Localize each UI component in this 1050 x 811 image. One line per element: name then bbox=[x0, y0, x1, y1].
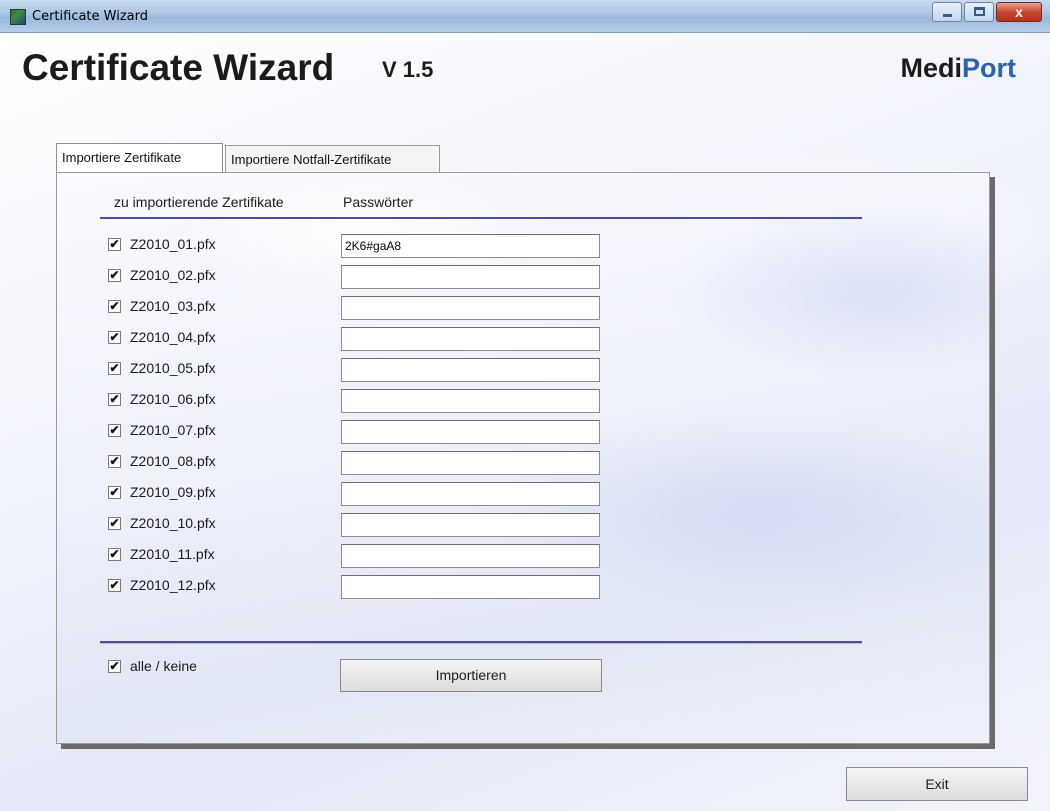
brand-part-medi: Medi bbox=[900, 53, 962, 83]
password-field[interactable] bbox=[341, 451, 600, 475]
exit-button[interactable]: Exit bbox=[846, 767, 1028, 801]
app-title: Certificate Wizard bbox=[22, 47, 335, 88]
password-field[interactable] bbox=[341, 389, 600, 413]
app-icon bbox=[10, 9, 26, 25]
certificate-filename: Z2010_04.pfx bbox=[130, 329, 216, 345]
certificate-checkbox[interactable]: ✔ bbox=[108, 331, 121, 344]
password-field[interactable] bbox=[341, 358, 600, 382]
certificate-checkbox[interactable]: ✔ bbox=[108, 300, 121, 313]
check-icon: ✔ bbox=[109, 659, 120, 673]
certificate-checkbox[interactable]: ✔ bbox=[108, 238, 121, 251]
tab-import-certificates[interactable]: Importiere Zertifikate bbox=[56, 143, 223, 173]
title-bar[interactable]: Certificate Wizard x bbox=[0, 0, 1050, 33]
select-all-checkbox[interactable]: ✔ bbox=[108, 660, 121, 673]
certificate-checkbox[interactable]: ✔ bbox=[108, 424, 121, 437]
version-label: V 1.5 bbox=[382, 57, 434, 82]
check-icon: ✔ bbox=[109, 237, 120, 251]
import-button[interactable]: Importieren bbox=[340, 659, 602, 692]
check-icon: ✔ bbox=[109, 547, 120, 561]
password-field[interactable] bbox=[341, 327, 600, 351]
check-icon: ✔ bbox=[109, 361, 120, 375]
password-field[interactable] bbox=[341, 296, 600, 320]
certificate-checkbox[interactable]: ✔ bbox=[108, 362, 121, 375]
check-icon: ✔ bbox=[109, 485, 120, 499]
check-icon: ✔ bbox=[109, 268, 120, 282]
window-controls: x bbox=[930, 2, 1042, 22]
certificate-filename: Z2010_07.pfx bbox=[130, 422, 216, 438]
certificate-filename: Z2010_02.pfx bbox=[130, 267, 216, 283]
tab-import-emergency-certificates[interactable]: Importiere Notfall-Zertifikate bbox=[225, 145, 440, 173]
brand-logo: MediPort bbox=[900, 53, 1016, 84]
check-icon: ✔ bbox=[109, 423, 120, 437]
certificate-checkbox[interactable]: ✔ bbox=[108, 517, 121, 530]
close-icon: x bbox=[1015, 4, 1023, 20]
password-field[interactable] bbox=[341, 575, 600, 599]
check-icon: ✔ bbox=[109, 516, 120, 530]
certificate-checkbox[interactable]: ✔ bbox=[108, 455, 121, 468]
certificate-filename: Z2010_06.pfx bbox=[130, 391, 216, 407]
check-icon: ✔ bbox=[109, 454, 120, 468]
client-area: Certificate Wizard V 1.5 MediPort Import… bbox=[0, 33, 1050, 811]
minimize-icon bbox=[943, 14, 952, 17]
maximize-icon bbox=[974, 7, 985, 16]
certificate-filename: Z2010_08.pfx bbox=[130, 453, 216, 469]
maximize-button[interactable] bbox=[964, 2, 994, 22]
password-field[interactable] bbox=[341, 482, 600, 506]
password-field[interactable] bbox=[341, 265, 600, 289]
header-divider bbox=[100, 217, 862, 219]
certificate-filename: Z2010_10.pfx bbox=[130, 515, 216, 531]
password-field[interactable] bbox=[341, 544, 600, 568]
certificate-checkbox[interactable]: ✔ bbox=[108, 548, 121, 561]
certificate-filename: Z2010_01.pfx bbox=[130, 236, 216, 252]
close-button[interactable]: x bbox=[996, 2, 1042, 22]
check-icon: ✔ bbox=[109, 578, 120, 592]
check-icon: ✔ bbox=[109, 392, 120, 406]
certificate-filename: Z2010_09.pfx bbox=[130, 484, 216, 500]
password-field[interactable] bbox=[341, 420, 600, 444]
certificate-filename: Z2010_03.pfx bbox=[130, 298, 216, 314]
window-title: Certificate Wizard bbox=[32, 9, 148, 24]
select-all-label: alle / keine bbox=[130, 658, 197, 674]
certificate-filename: Z2010_05.pfx bbox=[130, 360, 216, 376]
certificate-checkbox[interactable]: ✔ bbox=[108, 269, 121, 282]
password-field[interactable] bbox=[341, 513, 600, 537]
brand-part-port: Port bbox=[962, 53, 1016, 83]
column-header-certificates: zu importierende Zertifikate bbox=[114, 194, 284, 210]
column-header-passwords: Passwörter bbox=[343, 194, 414, 210]
certificate-filename: Z2010_12.pfx bbox=[130, 577, 216, 593]
check-icon: ✔ bbox=[109, 330, 120, 344]
certificate-filename: Z2010_11.pfx bbox=[130, 546, 215, 562]
password-field[interactable] bbox=[341, 234, 600, 258]
certificate-checkbox[interactable]: ✔ bbox=[108, 579, 121, 592]
footer-divider bbox=[100, 641, 862, 643]
certificate-checkbox[interactable]: ✔ bbox=[108, 486, 121, 499]
certificate-checkbox[interactable]: ✔ bbox=[108, 393, 121, 406]
check-icon: ✔ bbox=[109, 299, 120, 313]
minimize-button[interactable] bbox=[932, 2, 962, 22]
